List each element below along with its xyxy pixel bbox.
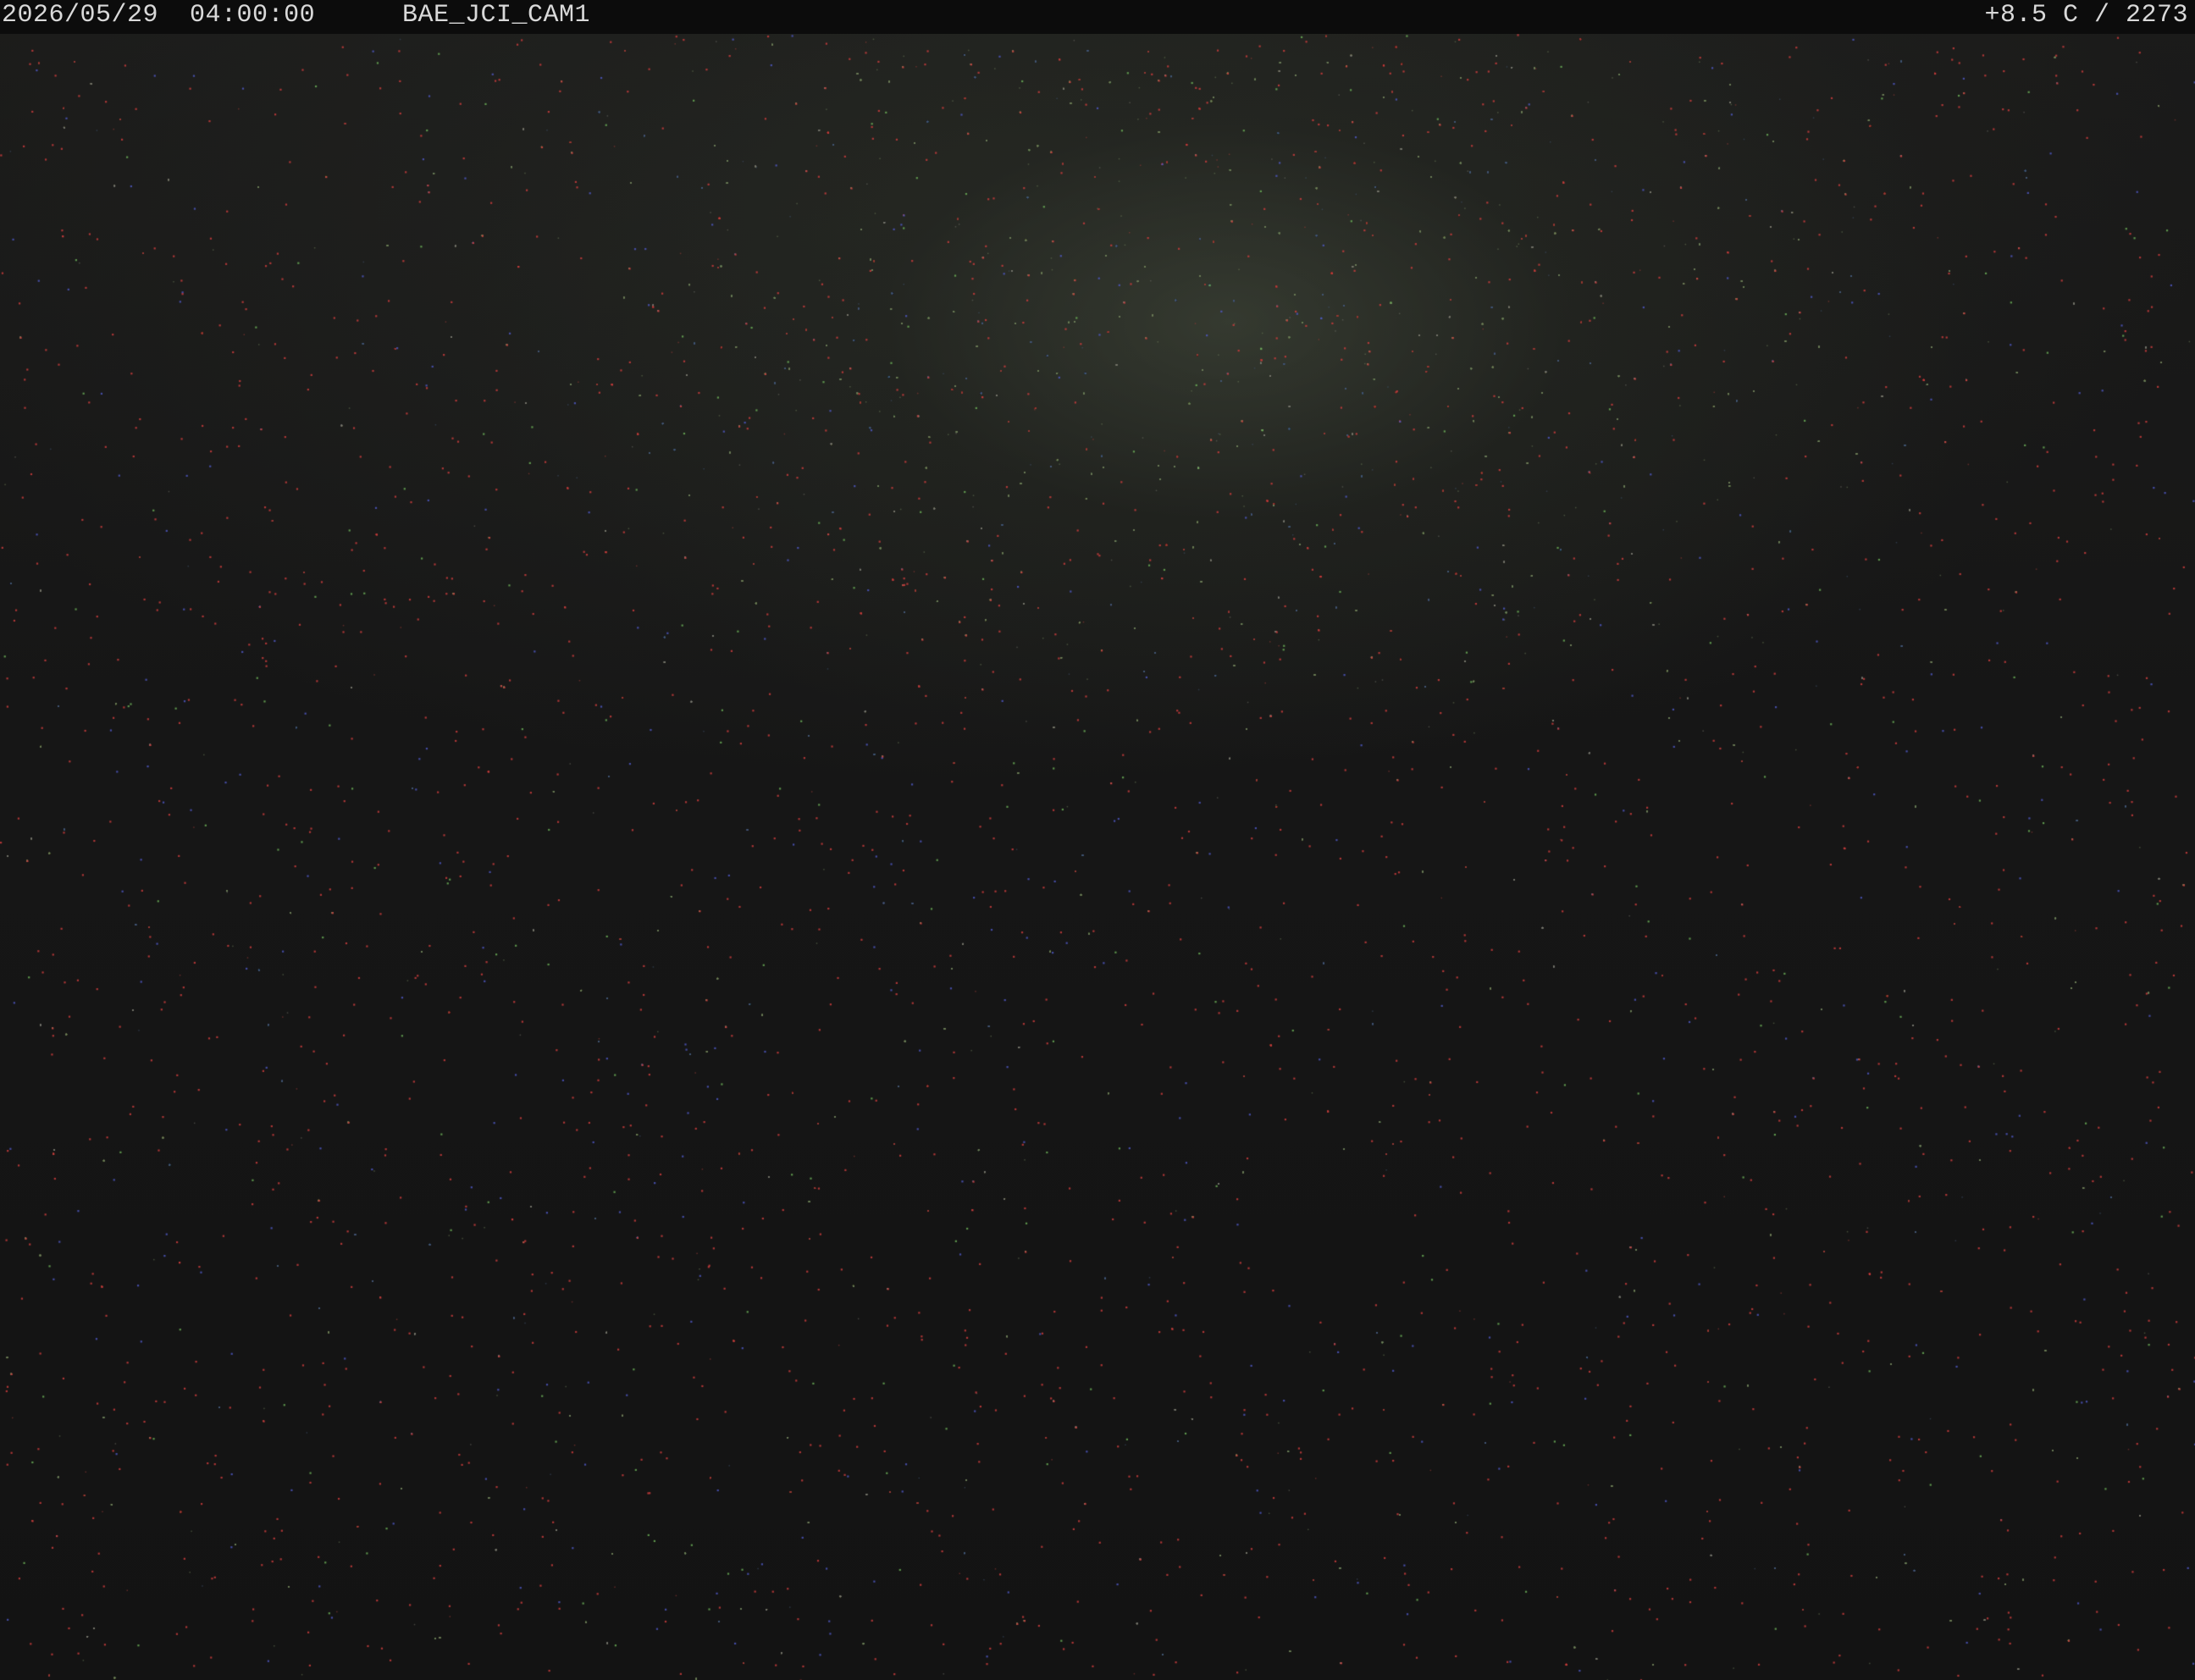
webcam-frame: 2026/05/29 04:00:00 BAE_JCI_CAM1 +8.5 C …: [0, 0, 2195, 1680]
timestamp-label: 2026/05/29 04:00:00: [2, 0, 315, 34]
camera-id-label: BAE_JCI_CAM1: [402, 1, 591, 30]
date-text: 2026/05/29: [2, 1, 159, 30]
osd-header-bar: 2026/05/29 04:00:00 BAE_JCI_CAM1 +8.5 C …: [0, 0, 2195, 34]
sensor-noise-layer: [0, 0, 2195, 1680]
time-text: 04:00:00: [190, 1, 316, 30]
temperature-readout: +8.5 C / 2273: [1984, 1, 2188, 30]
